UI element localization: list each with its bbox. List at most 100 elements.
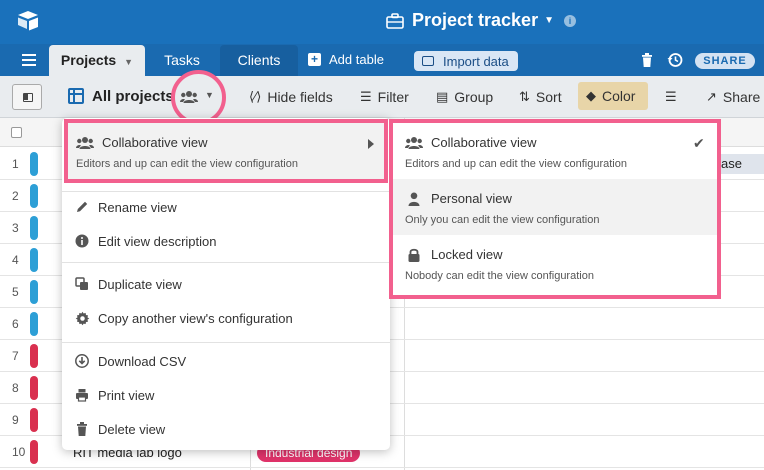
row-number: 10 [12,445,26,459]
download-csv-label: Download CSV [98,353,187,369]
pencil-icon [74,200,90,214]
copy-config-label: Copy another view's configuration [98,310,293,326]
select-all-checkbox[interactable] [11,127,22,138]
share-button[interactable]: SHARE [695,53,755,69]
sort-button[interactable]: ⇅ Sort [519,89,562,105]
collaborative-view-item[interactable]: Collaborative view Editors and up can ed… [64,119,388,183]
collaborative-view-option-description: Editors and up can edit the view configu… [405,158,627,170]
duplicate-icon [74,277,90,291]
row-number: 5 [12,285,19,299]
import-data-label: Import data [443,53,509,69]
row-number: 3 [12,221,19,235]
top-bar: Project tracker ▼ i [0,0,764,44]
rename-view-item[interactable]: Rename view [62,192,390,222]
copy-config-item[interactable]: Copy another view's configuration [62,303,390,333]
tab-clients-label: Clients [237,52,281,68]
row-height-button[interactable]: ☰ [665,89,683,105]
group-button[interactable]: ▤ Group [436,89,493,105]
app-logo-icon[interactable] [16,10,40,32]
row-number: 2 [12,189,19,203]
hide-fields-button[interactable]: ⟨⁄⟩ Hide fields [249,89,333,105]
locked-view-option[interactable]: Locked view Nobody can edit the view con… [393,235,717,291]
delete-view-label: Delete view [98,421,166,437]
hamburger-menu-icon[interactable] [22,54,36,66]
row-number: 7 [12,349,19,363]
option-title: Locked view [405,247,503,262]
row-color-indicator [30,408,38,432]
tab-projects-label: Projects [60,52,117,68]
delete-view-item[interactable]: Delete view [62,414,390,444]
color-button[interactable]: ◆ Color [578,82,648,110]
tab-clients[interactable]: Clients [220,45,298,76]
add-table-button[interactable]: + Add table [308,52,384,67]
paint-bucket-icon: ◆ [586,88,596,103]
edit-description-item[interactable]: Edit view description [62,226,390,256]
people-icon [76,136,94,149]
base-title[interactable]: Project tracker ▼ i [386,10,576,31]
locked-view-option-label: Locked view [431,247,503,262]
personal-view-option[interactable]: Personal view Only you can edit the view… [393,179,717,235]
share-export-icon: ↗ [706,89,717,104]
row-color-indicator [30,184,38,208]
filter-button[interactable]: ☰ Filter [360,89,409,105]
personal-view-option-label: Personal view [431,191,512,206]
filter-icon: ☰ [360,89,372,104]
info-icon[interactable]: i [563,14,576,27]
row-color-indicator [30,280,38,304]
tab-tasks-label: Tasks [164,52,200,68]
option-title: Collaborative view [405,135,537,150]
sort-icon: ⇅ [519,89,530,104]
group-icon: ▤ [436,89,449,104]
duplicate-view-item[interactable]: Duplicate view [62,269,390,299]
collaborative-view-title: Collaborative view [76,135,208,150]
tab-projects[interactable]: Projects ▼ [49,45,145,76]
color-label: Color [602,88,636,104]
row-number: 1 [12,157,19,171]
printer-icon [74,388,90,402]
personal-view-option-description: Only you can edit the view configuration [405,214,600,226]
info-circle-icon [74,234,90,248]
row-number: 4 [12,253,19,267]
plus-icon: + [308,53,321,66]
view-toolbar: All projects ⟨⁄⟩ Hide fields ☰ Filter ▤ … [0,76,764,118]
history-icon[interactable] [667,52,683,68]
hide-fields-label: Hide fields [267,89,333,105]
base-title-text: Project tracker [412,10,539,30]
collaborative-view-description: Editors and up can edit the view configu… [76,158,298,170]
print-view-item[interactable]: Print view [62,380,390,410]
row-color-indicator [30,152,38,176]
row-number: 9 [12,413,19,427]
briefcase-icon [386,12,404,29]
row-height-icon: ☰ [665,89,677,104]
row-color-indicator [30,248,38,272]
checkmark-icon: ✔ [693,135,705,151]
trash-icon [74,422,90,436]
filter-label: Filter [377,89,409,105]
lock-icon [405,248,423,262]
add-table-label: Add table [329,52,384,67]
download-icon [74,354,90,368]
table-tab-bar: Projects ▼ Tasks Clients + Add table Impo… [0,44,764,76]
chevron-down-icon: ▼ [544,15,554,26]
trash-icon[interactable] [641,53,653,67]
row-color-indicator [30,312,38,336]
row-color-indicator [30,440,38,464]
import-data-button[interactable]: Import data [414,51,518,71]
grid-view-icon [68,88,84,104]
chevron-down-icon[interactable]: ▼ [124,57,133,67]
group-label: Group [454,89,494,105]
view-name[interactable]: All projects [92,88,174,105]
chevron-down-icon[interactable]: ▼ [205,90,214,100]
row-number: 8 [12,381,19,395]
row-number: 6 [12,317,19,331]
download-csv-item[interactable]: Download CSV [62,346,390,376]
collaborative-view-option-label: Collaborative view [431,135,537,150]
people-icon[interactable] [180,90,198,104]
share-view-button[interactable]: ↗ Share [706,89,760,105]
person-icon [405,192,423,206]
collaborative-view-label: Collaborative view [102,135,208,150]
collaborative-view-option[interactable]: Collaborative view Editors and up can ed… [393,123,717,179]
sidebar-toggle-icon[interactable] [12,84,42,110]
duplicate-view-label: Duplicate view [98,276,182,292]
rename-view-label: Rename view [98,199,177,215]
